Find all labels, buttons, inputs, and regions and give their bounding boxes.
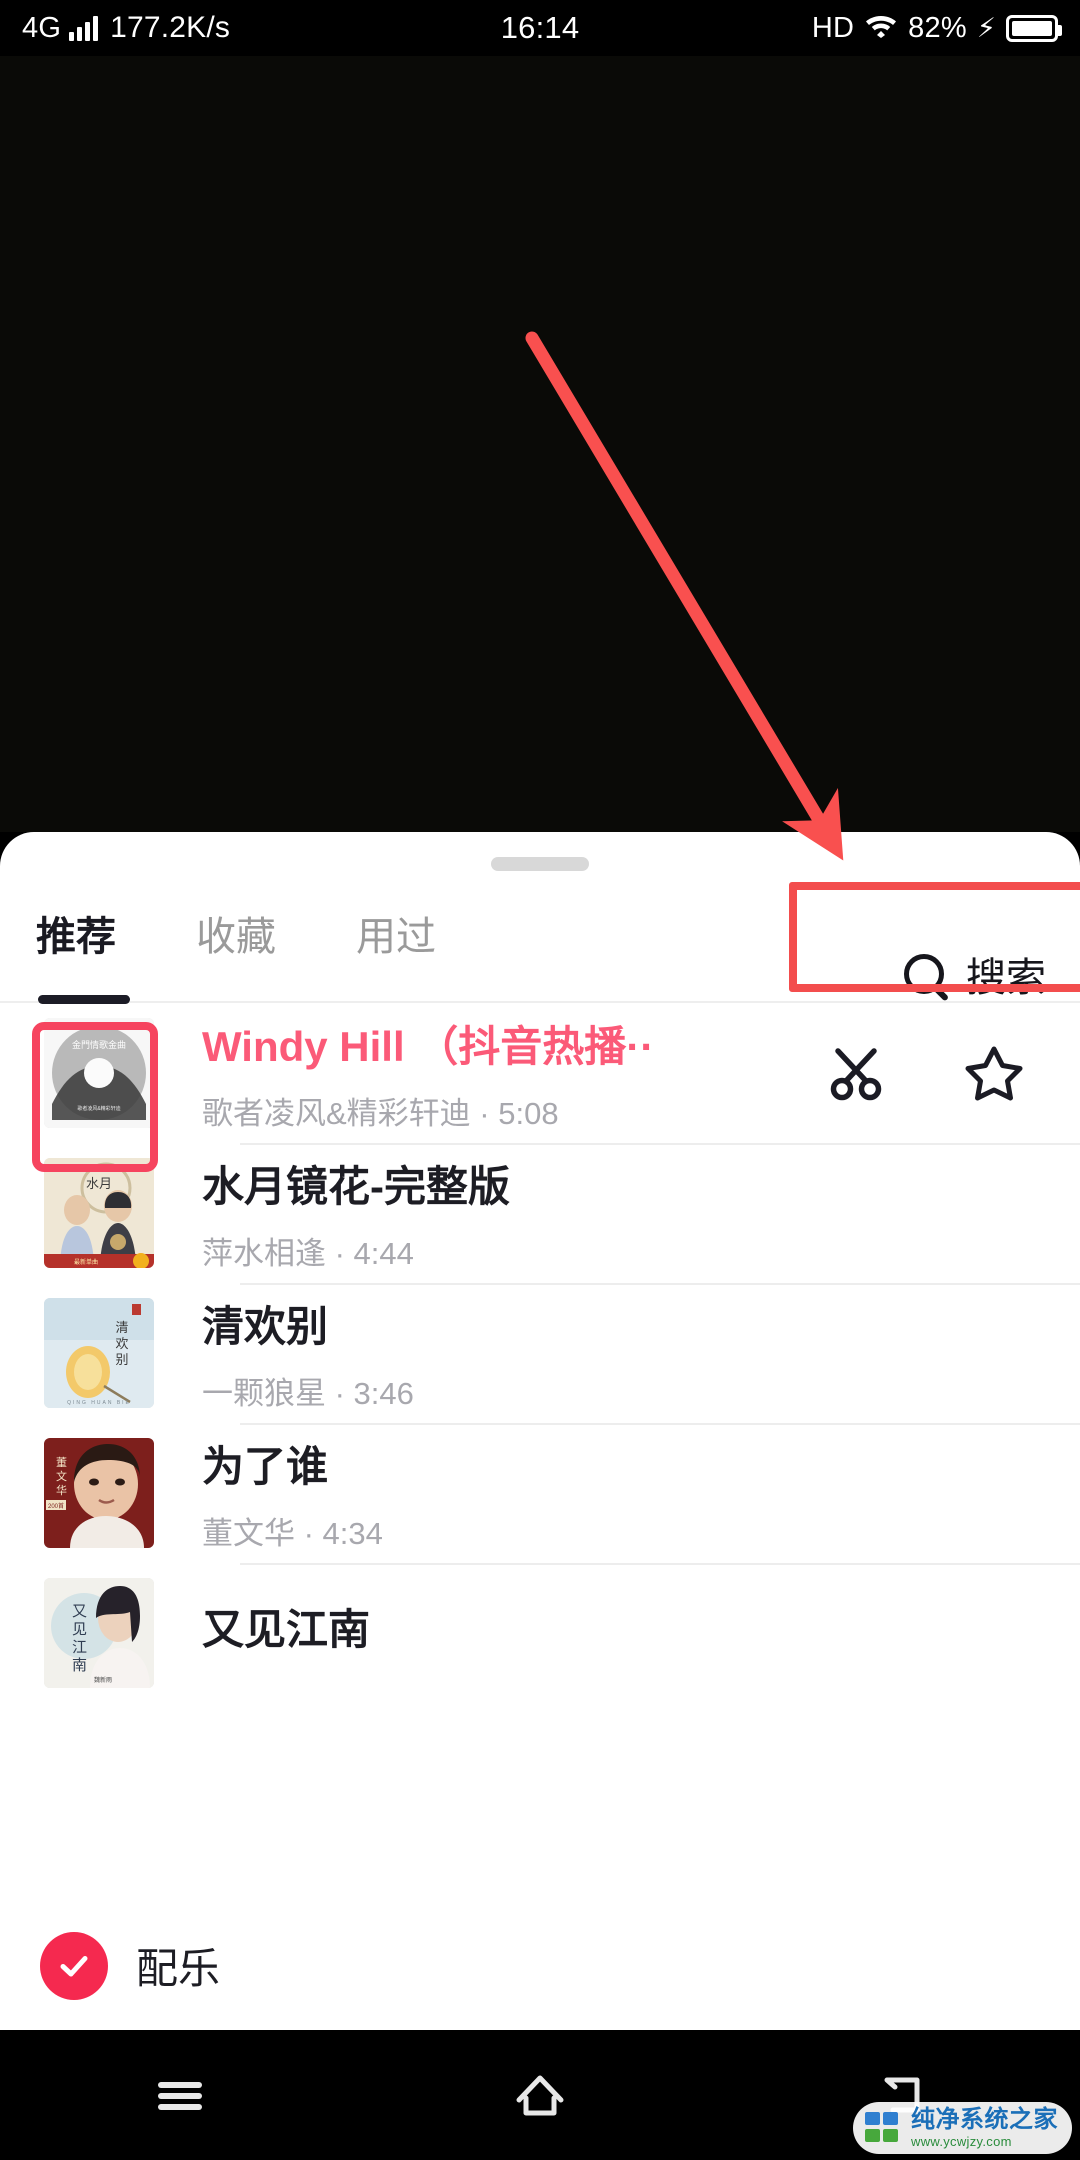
svg-text:南: 南 bbox=[72, 1657, 87, 1674]
watermark-url: www.ycwjzy.com bbox=[911, 2134, 1012, 2149]
svg-text:QING HUAN BIE: QING HUAN BIE bbox=[67, 1400, 131, 1406]
song-meta: 清欢别 一颗狼星 · 3:46 bbox=[202, 1293, 1080, 1413]
song-title: 水月镜花-完整版 bbox=[202, 1163, 510, 1210]
album-cover-lantern: 清 欢 别 QING HUAN BIE bbox=[44, 1298, 154, 1408]
song-row[interactable]: 金門情歌金曲 歌者凌风&精彩轩迪 Windy Hill （抖音热播·· 歌者凌风… bbox=[0, 1003, 1080, 1143]
site-watermark: 纯净系统之家 www.ycwjzy.com bbox=[853, 2102, 1072, 2154]
phone-screen: 4G 177.2K/s 16:14 HD 82% ⚡ 推荐 收藏 用过 搜索 金… bbox=[0, 0, 1080, 2160]
album-cover-portrait-red: 董 文 华 200首 bbox=[44, 1438, 154, 1548]
svg-text:水月: 水月 bbox=[86, 1176, 112, 1191]
sheet-drag-handle[interactable] bbox=[491, 857, 589, 871]
song-subtitle: 歌者凌风&精彩轩迪 · 5:08 bbox=[202, 1096, 559, 1131]
song-row[interactable]: 董 文 华 200首 为了谁 董文华 · 4:34 bbox=[0, 1423, 1080, 1563]
home-icon[interactable] bbox=[505, 2060, 575, 2130]
svg-text:最新单曲: 最新单曲 bbox=[74, 1258, 98, 1266]
tab-used[interactable]: 用过 bbox=[356, 904, 436, 968]
svg-text:金門情歌金曲: 金門情歌金曲 bbox=[72, 1039, 126, 1050]
album-cover-portrait-blue: 又 见 江 南 魏新雨 bbox=[44, 1578, 154, 1688]
song-row[interactable]: 又 见 江 南 魏新雨 又见江南 bbox=[0, 1563, 1080, 1703]
svg-text:200首: 200首 bbox=[48, 1502, 64, 1510]
song-title: 为了谁 bbox=[202, 1443, 329, 1490]
song-title: Windy Hill （抖音热播·· bbox=[202, 1023, 655, 1070]
scissors-icon[interactable] bbox=[826, 1043, 886, 1103]
network-speed-label: 177.2K/s bbox=[110, 11, 231, 44]
song-meta: 又见江南 bbox=[202, 1596, 1080, 1671]
svg-text:魏新雨: 魏新雨 bbox=[94, 1676, 112, 1684]
bgm-check-icon[interactable] bbox=[40, 1931, 108, 2000]
bgm-label: 配乐 bbox=[136, 1945, 221, 1992]
search-icon bbox=[904, 954, 944, 994]
song-subtitle: 一颗狼星 · 3:46 bbox=[202, 1376, 414, 1411]
song-row[interactable]: 水月 最新单曲 水月镜花-完整版 萍水相逢 · 4:44 bbox=[0, 1143, 1080, 1283]
song-row[interactable]: 清 欢 别 QING HUAN BIE 清欢别 一颗狼星 · 3:46 bbox=[0, 1283, 1080, 1423]
star-icon[interactable] bbox=[964, 1043, 1024, 1103]
battery-icon bbox=[1006, 14, 1062, 42]
charging-bolt-icon: ⚡ bbox=[976, 12, 996, 43]
battery-percent-label: 82% bbox=[908, 11, 967, 44]
svg-text:见: 见 bbox=[72, 1622, 87, 1638]
svg-text:欢: 欢 bbox=[115, 1336, 128, 1351]
status-bar-right: HD 82% ⚡ bbox=[811, 10, 1062, 46]
song-list: 金門情歌金曲 歌者凌风&精彩轩迪 Windy Hill （抖音热播·· 歌者凌风… bbox=[0, 1003, 1080, 1703]
song-meta: 水月镜花-完整版 萍水相逢 · 4:44 bbox=[202, 1153, 1080, 1273]
wifi-icon bbox=[864, 10, 898, 46]
album-cover-duet-poster: 水月 最新单曲 bbox=[44, 1158, 154, 1268]
network-type-label: 4G bbox=[22, 11, 62, 44]
menu-icon[interactable] bbox=[145, 2060, 215, 2130]
song-subtitle: 萍水相逢 · 4:44 bbox=[202, 1236, 414, 1271]
status-bar: 4G 177.2K/s 16:14 HD 82% ⚡ bbox=[0, 0, 1080, 56]
svg-text:华: 华 bbox=[56, 1483, 67, 1497]
music-picker-sheet: 推荐 收藏 用过 搜索 金門情歌金曲 歌者凌风&精彩轩迪 Windy Hill … bbox=[0, 832, 1080, 1900]
tab-bar: 推荐 收藏 用过 搜索 bbox=[0, 871, 1080, 1004]
watermark-title: 纯净系统之家 bbox=[911, 2106, 1058, 2133]
tab-recommend[interactable]: 推荐 bbox=[36, 904, 130, 1004]
svg-text:江: 江 bbox=[72, 1639, 87, 1656]
svg-text:别: 别 bbox=[115, 1352, 128, 1367]
watermark-logo-icon bbox=[865, 2112, 898, 2142]
bottom-action-bar: 配乐 bbox=[0, 1900, 1080, 2030]
video-preview-area[interactable] bbox=[0, 56, 1080, 832]
clock-label: 16:14 bbox=[500, 10, 580, 45]
svg-text:董: 董 bbox=[56, 1456, 67, 1469]
svg-text:歌者凌风&精彩轩迪: 歌者凌风&精彩轩迪 bbox=[77, 1105, 120, 1112]
svg-text:清: 清 bbox=[115, 1320, 128, 1335]
song-title: 清欢别 bbox=[202, 1303, 329, 1350]
song-subtitle: 董文华 · 4:34 bbox=[202, 1516, 383, 1551]
song-meta: Windy Hill （抖音热播·· 歌者凌风&精彩轩迪 · 5:08 bbox=[202, 1013, 826, 1133]
hd-icon: HD bbox=[811, 11, 855, 44]
song-actions bbox=[826, 1043, 1080, 1103]
signal-bars-icon bbox=[69, 15, 99, 41]
svg-text:又: 又 bbox=[72, 1603, 87, 1620]
song-meta: 为了谁 董文华 · 4:34 bbox=[202, 1433, 1080, 1553]
svg-text:文: 文 bbox=[56, 1469, 67, 1483]
status-bar-left: 4G 177.2K/s bbox=[22, 11, 230, 45]
watermark-text: 纯净系统之家 www.ycwjzy.com bbox=[911, 2106, 1058, 2149]
song-title: 又见江南 bbox=[202, 1605, 371, 1653]
search-button-label: 搜索 bbox=[966, 956, 1046, 1000]
album-cover-cd-disc: 金門情歌金曲 歌者凌风&精彩轩迪 bbox=[44, 1018, 154, 1128]
tab-favorites[interactable]: 收藏 bbox=[196, 904, 276, 968]
